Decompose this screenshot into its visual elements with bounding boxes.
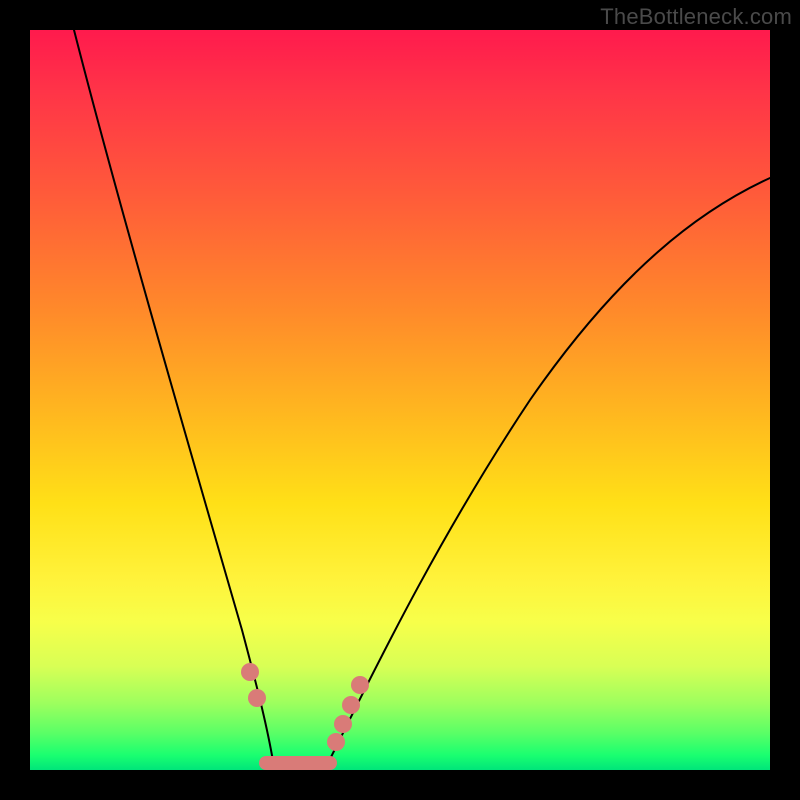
outer-frame: TheBottleneck.com xyxy=(0,0,800,800)
bead-right-a xyxy=(327,733,345,751)
watermark-text: TheBottleneck.com xyxy=(600,4,792,30)
bead-left-upper xyxy=(241,663,259,681)
right-curve xyxy=(326,178,770,767)
bead-left-lower xyxy=(248,689,266,707)
left-curve xyxy=(74,30,274,767)
bead-right-b xyxy=(334,715,352,733)
bead-right-c xyxy=(342,696,360,714)
curve-layer xyxy=(30,30,770,770)
bead-right-d xyxy=(351,676,369,694)
